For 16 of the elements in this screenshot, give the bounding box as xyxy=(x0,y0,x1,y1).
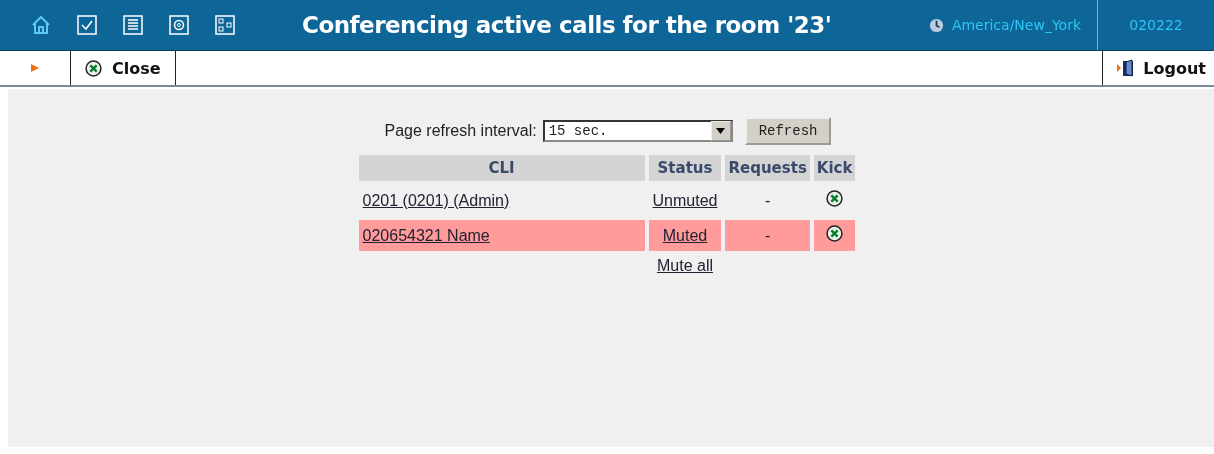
mute-status-link[interactable]: Unmuted xyxy=(652,191,718,209)
requests-cell-text: - xyxy=(763,190,772,211)
column-header: Kick xyxy=(813,155,856,181)
page-title: Conferencing active calls for the room '23' xyxy=(301,12,833,38)
refresh-interval-dropdown[interactable]: 15 sec. xyxy=(542,120,733,142)
refresh-label: Page refresh interval: xyxy=(384,122,537,140)
logout-button[interactable]: Logout xyxy=(1102,51,1214,85)
caller-link[interactable]: 0201 (0201) (Admin) xyxy=(362,191,510,209)
column-header: CLI xyxy=(358,155,645,181)
user-id: 020222 xyxy=(1097,0,1214,50)
column-header: Status xyxy=(648,155,722,181)
mute-all-link[interactable]: Mute all xyxy=(657,257,713,274)
requests-cell: - xyxy=(725,220,810,251)
close-button[interactable]: Close xyxy=(71,51,176,85)
refresh-button[interactable]: Refresh xyxy=(744,117,832,145)
column-header: Requests xyxy=(725,155,810,181)
